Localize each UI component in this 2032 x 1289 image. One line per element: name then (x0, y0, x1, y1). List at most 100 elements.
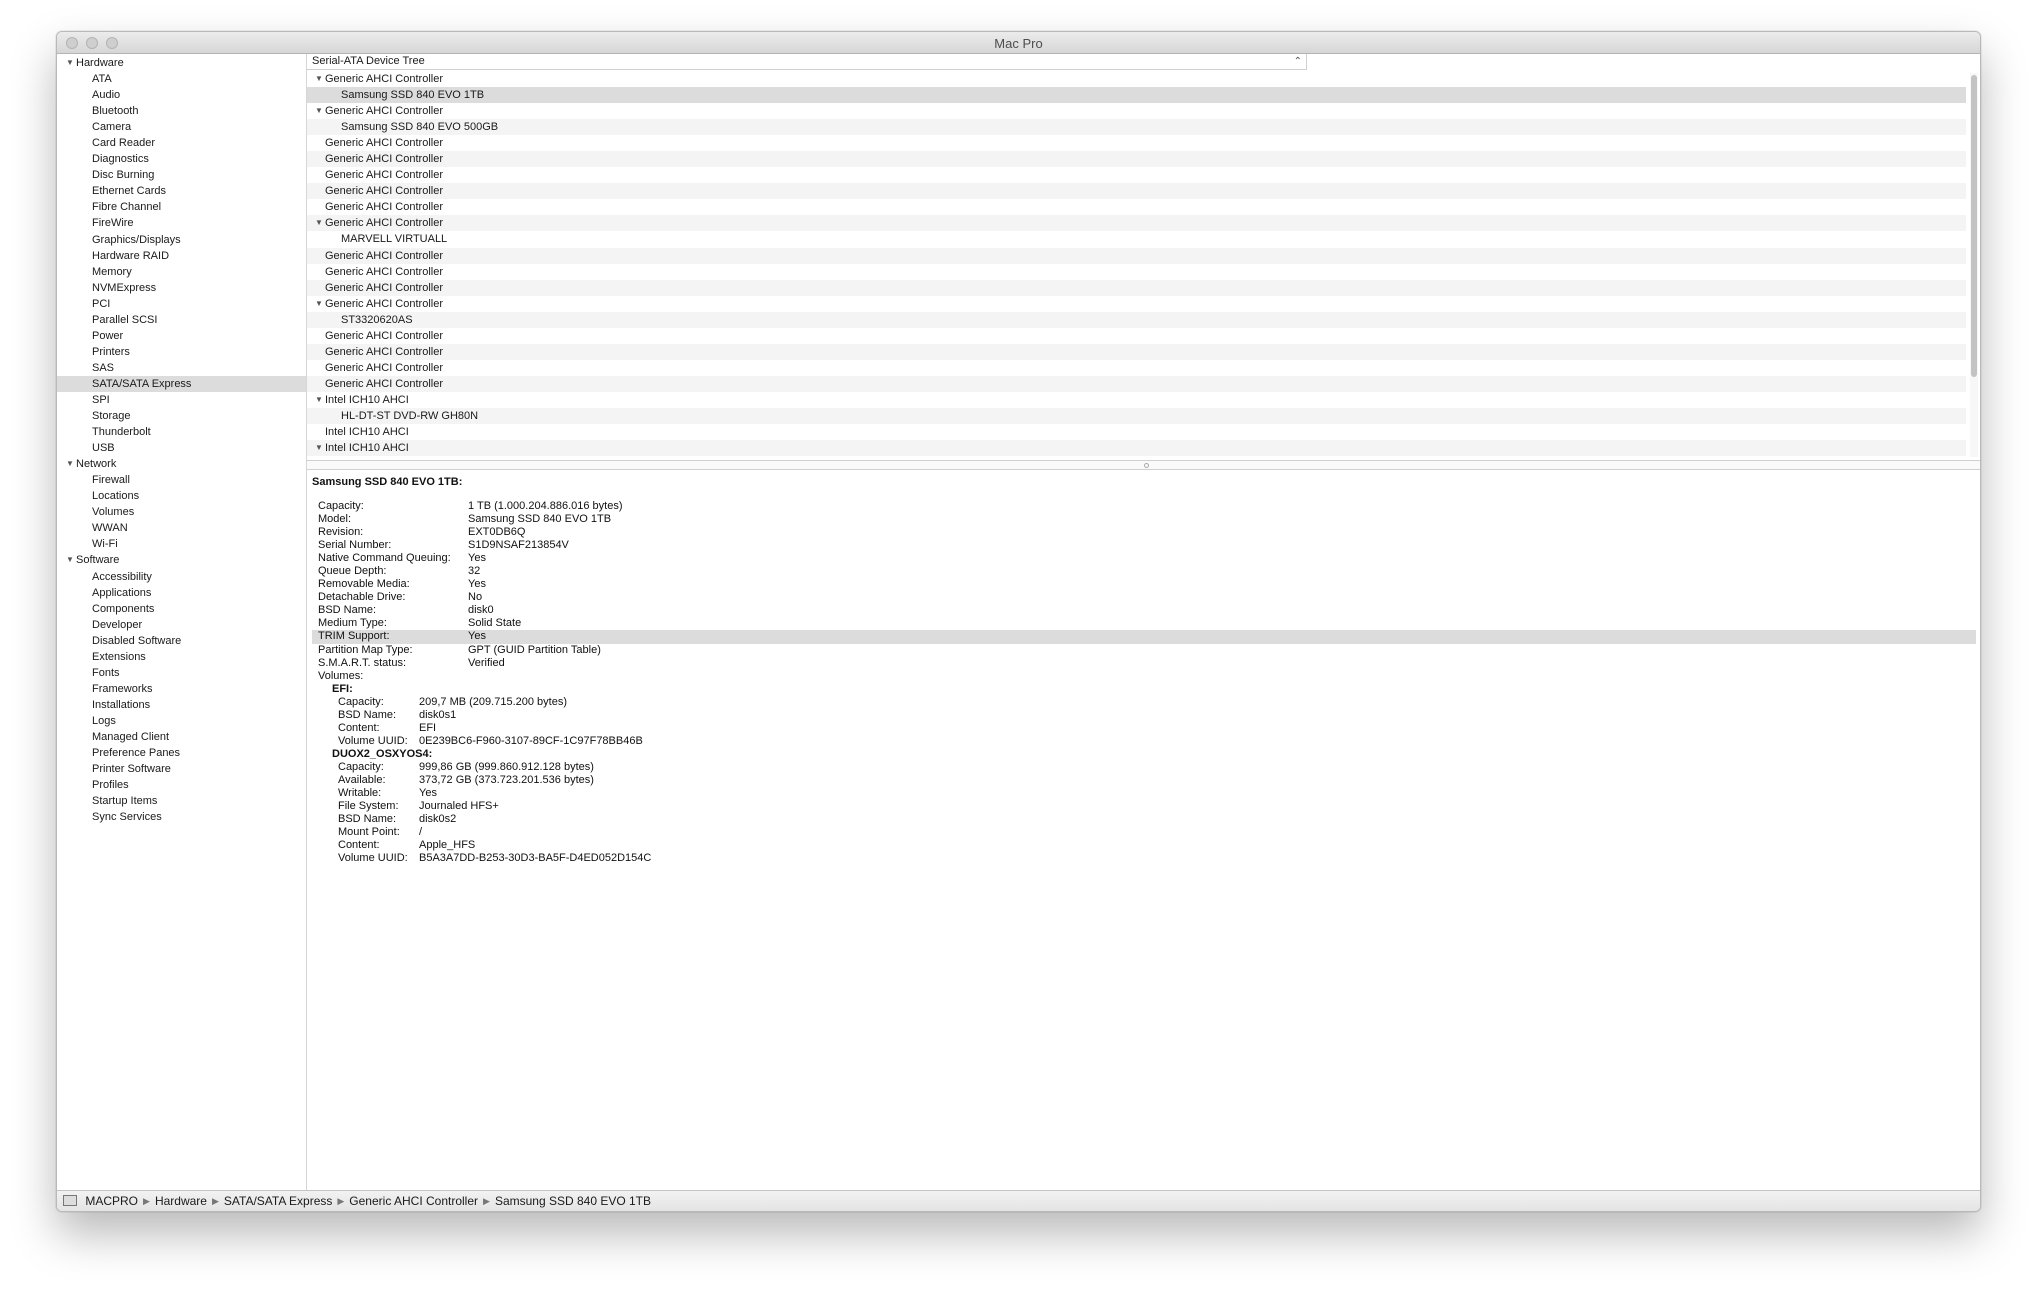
sidebar-item-locations[interactable]: Locations (57, 488, 306, 504)
sidebar-item-bluetooth[interactable]: Bluetooth (57, 103, 306, 119)
sidebar-item-installations[interactable]: Installations (57, 697, 306, 713)
sidebar-item-audio[interactable]: Audio (57, 87, 306, 103)
sidebar-item-thunderbolt[interactable]: Thunderbolt (57, 424, 306, 440)
tree-row[interactable]: Generic AHCI Controller (307, 183, 1966, 200)
property-key: BSD Name: (318, 604, 377, 617)
property-row: S.M.A.R.T. status: Verified (312, 657, 1976, 670)
tree-column-header[interactable]: Serial-ATA Device Tree ⌃ (307, 54, 1307, 70)
disclosure-triangle-down-icon[interactable]: ▼ (315, 296, 325, 312)
sidebar-item-frameworks[interactable]: Frameworks (57, 681, 306, 697)
sidebar-item-sata-sata-express[interactable]: SATA/SATA Express (57, 375, 306, 392)
tree-row[interactable]: Generic AHCI Controller (307, 151, 1966, 168)
sidebar-item-parallel-scsi[interactable]: Parallel SCSI (57, 312, 306, 328)
sidebar-item-nvmexpress[interactable]: NVMExpress (57, 280, 306, 296)
tree-row[interactable]: Generic AHCI Controller (307, 375, 1966, 392)
sidebar-group-network[interactable]: ▼ Network (57, 456, 306, 472)
sidebar-item-sync-services[interactable]: Sync Services (57, 809, 306, 825)
sidebar-item-ethernet-cards[interactable]: Ethernet Cards (57, 183, 306, 199)
tree-row[interactable]: SAMSUNG HD501LJ (307, 456, 1966, 459)
tree-row[interactable]: Generic AHCI Controller (307, 328, 1966, 344)
sidebar-item-firewire[interactable]: FireWire (57, 215, 306, 231)
sidebar-item-diagnostics[interactable]: Diagnostics (57, 151, 306, 167)
sidebar-item-printers[interactable]: Printers (57, 344, 306, 360)
sort-chevron-up-icon[interactable]: ⌃ (1294, 54, 1302, 69)
sidebar-item-pci[interactable]: PCI (57, 296, 306, 312)
tree-row[interactable]: ▼ Generic AHCI Controller (307, 296, 1966, 312)
sidebar-item-preference-panes[interactable]: Preference Panes (57, 745, 306, 761)
sidebar-item-volumes[interactable]: Volumes (57, 504, 306, 520)
sidebar-item-components[interactable]: Components (57, 601, 306, 617)
tree-row[interactable]: Samsung SSD 840 EVO 500GB (307, 119, 1966, 136)
title-bar[interactable]: Mac Pro (57, 32, 1980, 54)
sidebar-item-ata[interactable]: ATA (57, 71, 306, 87)
disclosure-triangle-down-icon[interactable]: ▼ (66, 552, 76, 568)
tree-row[interactable]: Generic AHCI Controller (307, 135, 1966, 151)
tree-row[interactable]: ▼ Generic AHCI Controller (307, 215, 1966, 232)
sidebar-item-usb[interactable]: USB (57, 440, 306, 456)
disclosure-triangle-down-icon[interactable]: ▼ (315, 440, 325, 456)
tree-row[interactable]: HL-DT-ST DVD-RW GH80N (307, 407, 1966, 425)
sidebar-item-spi[interactable]: SPI (57, 392, 306, 408)
tree-scrollbar[interactable] (1970, 73, 1978, 457)
tree-row[interactable]: Generic AHCI Controller (307, 264, 1966, 280)
breadcrumb-item-hardware[interactable]: Hardware (155, 1194, 207, 1208)
sidebar-item-memory[interactable]: Memory (57, 264, 306, 280)
sidebar-item-printer-software[interactable]: Printer Software (57, 761, 306, 777)
sidebar-item-profiles[interactable]: Profiles (57, 777, 306, 793)
tree-row[interactable]: Intel ICH10 AHCI (307, 424, 1966, 440)
divider-handle-icon[interactable] (1143, 463, 1149, 468)
tree-row[interactable]: Generic AHCI Controller (307, 167, 1966, 183)
sidebar-group-label: Software (76, 554, 120, 567)
tree-row[interactable]: ST3320620AS (307, 311, 1966, 328)
sidebar-item-extensions[interactable]: Extensions (57, 649, 306, 665)
disclosure-triangle-down-icon[interactable]: ▼ (66, 456, 76, 472)
disclosure-triangle-down-icon[interactable]: ▼ (315, 103, 325, 119)
disclosure-triangle-down-icon[interactable]: ▼ (315, 71, 325, 87)
sidebar-item-logs[interactable]: Logs (57, 713, 306, 729)
tree-row[interactable]: ▼ Intel ICH10 AHCI (307, 440, 1966, 457)
disclosure-triangle-down-icon[interactable]: ▼ (66, 55, 76, 71)
sidebar-item-applications[interactable]: Applications (57, 585, 306, 601)
sidebar-item-graphics-displays[interactable]: Graphics/Displays (57, 232, 306, 248)
sidebar-item-managed-client[interactable]: Managed Client (57, 729, 306, 745)
tree-scrollbar-thumb[interactable] (1971, 75, 1977, 377)
sidebar-item-power[interactable]: Power (57, 328, 306, 344)
sidebar-item-developer[interactable]: Developer (57, 617, 306, 633)
disclosure-triangle-down-icon[interactable]: ▼ (315, 392, 325, 408)
sidebar-item-hardware-raid[interactable]: Hardware RAID (57, 248, 306, 264)
sidebar-item-sas[interactable]: SAS (57, 360, 306, 376)
sidebar-item-card-reader[interactable]: Card Reader (57, 135, 306, 151)
split-view-divider[interactable] (307, 460, 1980, 470)
tree-row[interactable]: ▼ Intel ICH10 AHCI (307, 392, 1966, 408)
property-key: Removable Media: (318, 578, 410, 591)
sidebar-item-fonts[interactable]: Fonts (57, 665, 306, 681)
sidebar-item-firewall[interactable]: Firewall (57, 472, 306, 488)
breadcrumb-item-samsung-ssd-840-evo-1tb[interactable]: Samsung SSD 840 EVO 1TB (495, 1194, 651, 1208)
sidebar-item-wi-fi[interactable]: Wi-Fi (57, 536, 306, 552)
breadcrumb-item-generic-ahci-controller[interactable]: Generic AHCI Controller (349, 1194, 478, 1208)
sidebar-item-disc-burning[interactable]: Disc Burning (57, 167, 306, 183)
tree-row[interactable]: ▼ Generic AHCI Controller (307, 71, 1966, 87)
tree-row[interactable]: Generic AHCI Controller (307, 279, 1966, 296)
tree-row-label: Generic AHCI Controller (325, 137, 443, 150)
tree-row[interactable]: ▼ Generic AHCI Controller (307, 103, 1966, 119)
breadcrumb-item-macpro[interactable]: MACPRO (85, 1194, 138, 1208)
tree-row-label: Intel ICH10 AHCI (325, 442, 409, 455)
disclosure-triangle-down-icon[interactable]: ▼ (315, 215, 325, 231)
tree-row[interactable]: Generic AHCI Controller (307, 360, 1966, 376)
sidebar-item-fibre-channel[interactable]: Fibre Channel (57, 199, 306, 215)
sidebar-item-storage[interactable]: Storage (57, 408, 306, 424)
sidebar-group-hardware[interactable]: ▼ Hardware (57, 55, 306, 71)
breadcrumb-item-sata-sata-express[interactable]: SATA/SATA Express (224, 1194, 332, 1208)
tree-row[interactable]: Samsung SSD 840 EVO 1TB (307, 87, 1966, 104)
tree-row[interactable]: Generic AHCI Controller (307, 343, 1966, 360)
tree-row[interactable]: MARVELL VIRTUALL (307, 231, 1966, 247)
sidebar-item-camera[interactable]: Camera (57, 119, 306, 135)
sidebar-item-accessibility[interactable]: Accessibility (57, 569, 306, 585)
tree-row[interactable]: Generic AHCI Controller (307, 199, 1966, 215)
sidebar-item-disabled-software[interactable]: Disabled Software (57, 633, 306, 649)
tree-row[interactable]: Generic AHCI Controller (307, 247, 1966, 264)
sidebar-group-software[interactable]: ▼ Software (57, 552, 306, 568)
sidebar-item-wwan[interactable]: WWAN (57, 520, 306, 536)
sidebar-item-startup-items[interactable]: Startup Items (57, 793, 306, 809)
